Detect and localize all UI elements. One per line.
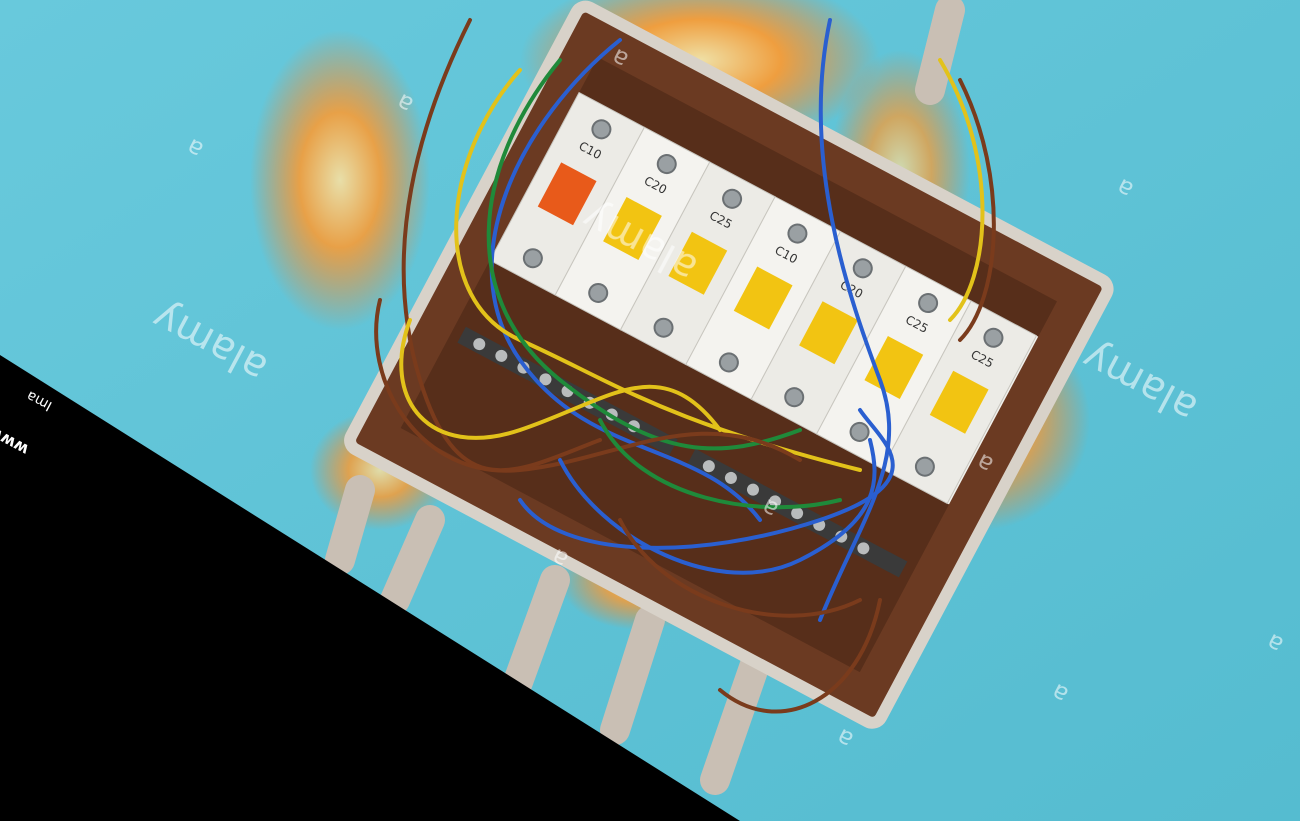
photo-stage: C10 C20 C25 C10 C20 C25 C25 alamy alamy … bbox=[0, 0, 1300, 821]
panel-photo: C10 C20 C25 C10 C20 C25 C25 alamy alamy … bbox=[0, 0, 1300, 821]
